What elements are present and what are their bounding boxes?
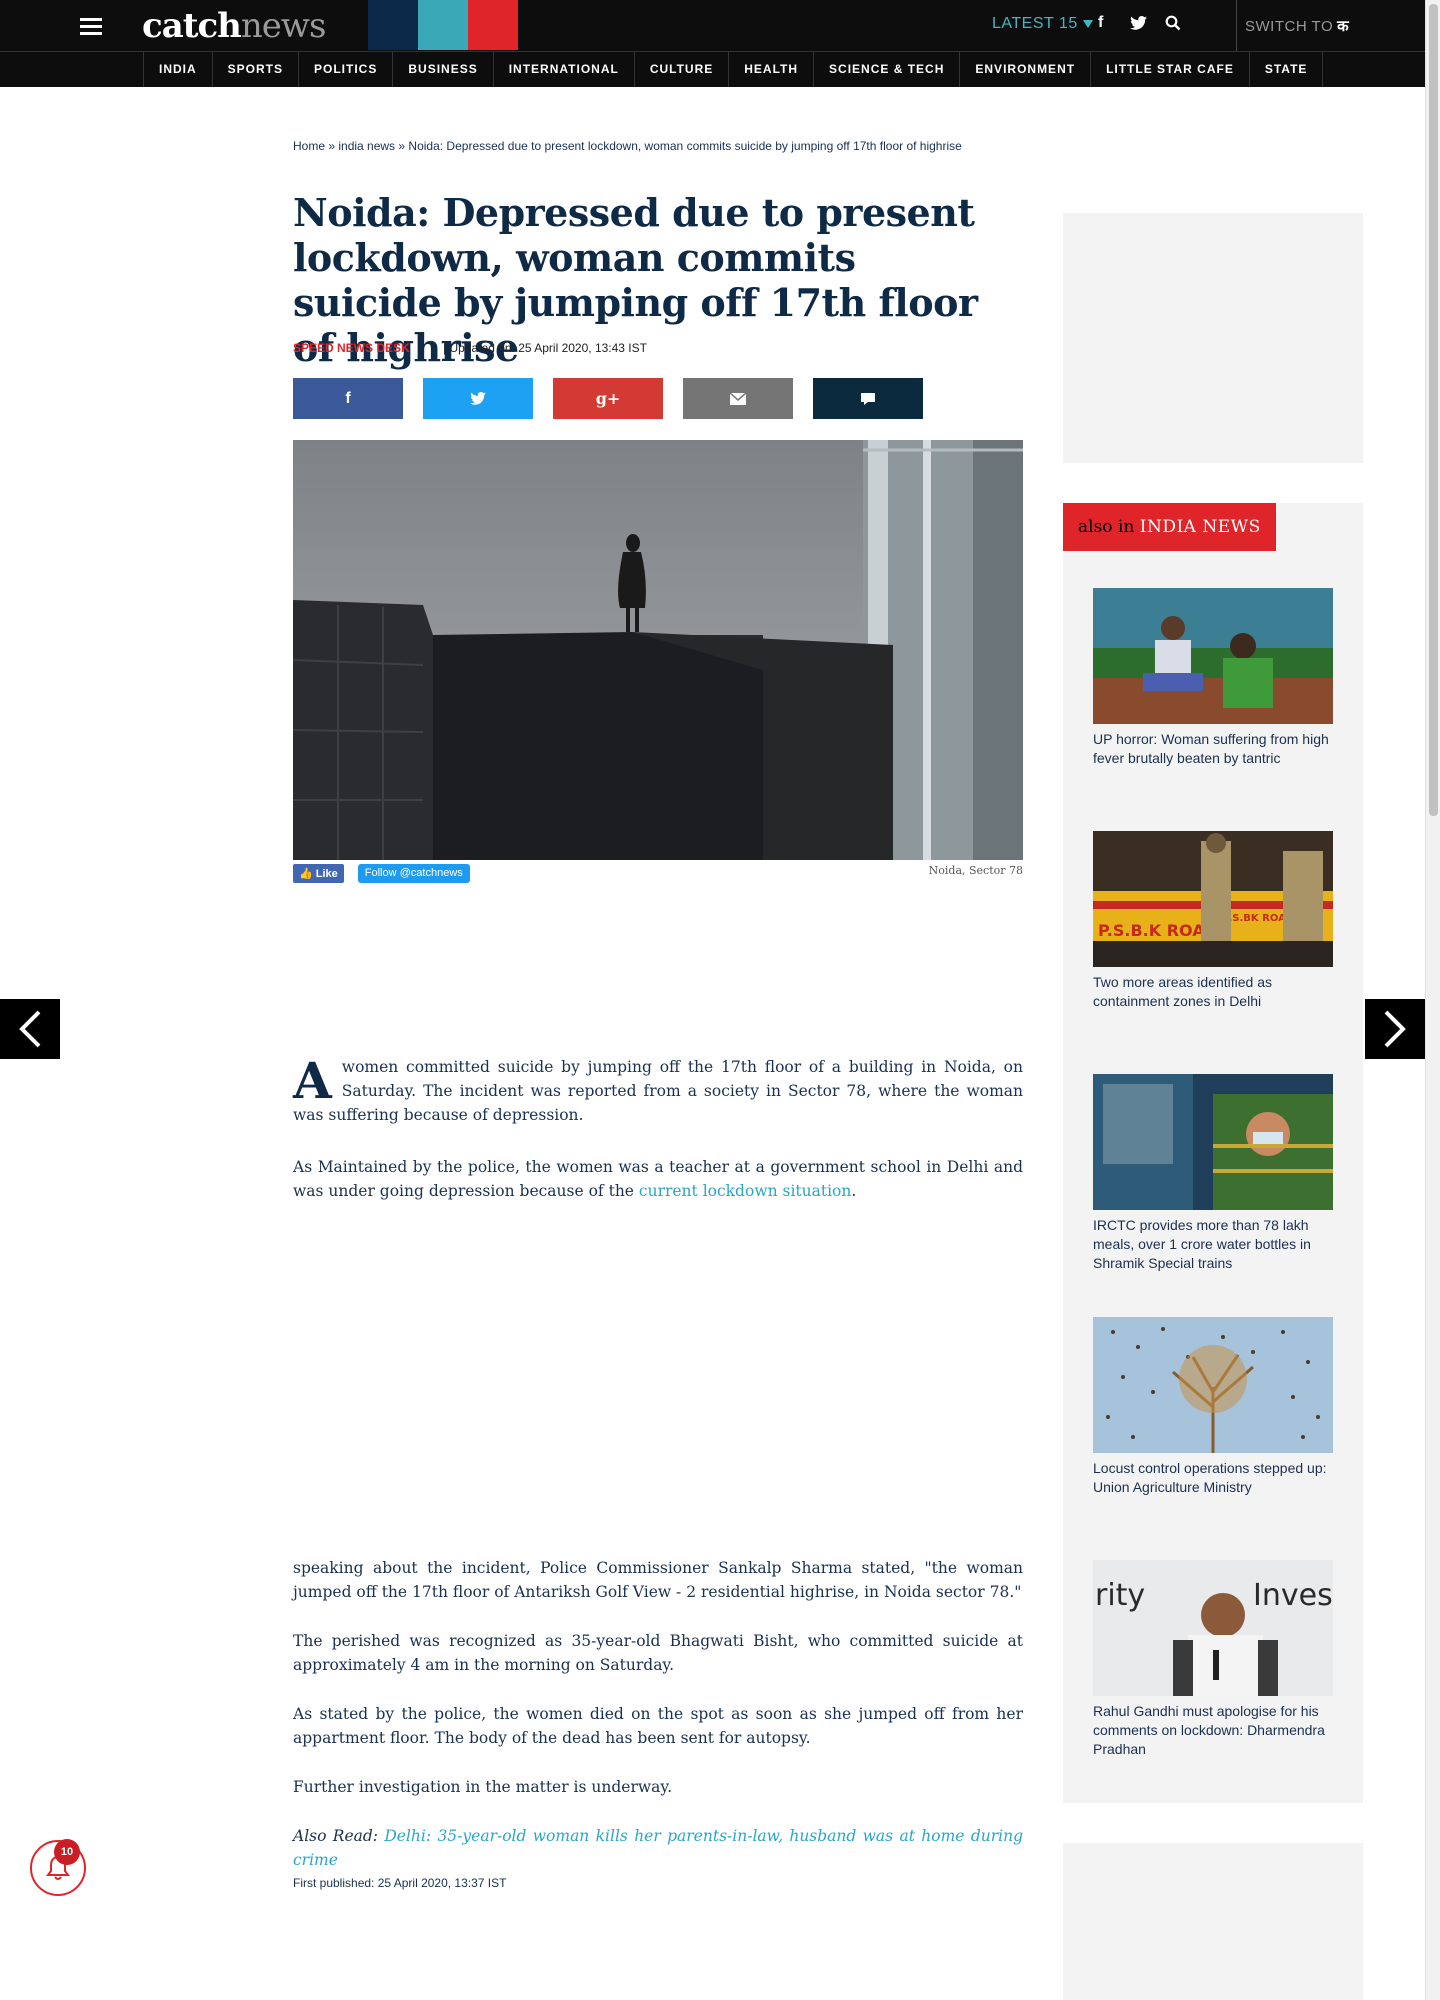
facebook-icon: f [345, 389, 351, 407]
also-read: Also Read: Delhi: 35-year-old woman kill… [293, 1824, 1023, 1872]
brand-color-strip [368, 0, 518, 50]
scrollbar-thumb[interactable] [1429, 4, 1438, 816]
divider [1236, 0, 1237, 51]
google-plus-share-button[interactable]: g+ [553, 378, 663, 419]
nav-item-environment[interactable]: ENVIRONMENT [960, 52, 1092, 87]
breadcrumb-current[interactable]: Noida: Depressed due to present lockdown… [408, 139, 961, 153]
article-paragraph: As Maintained by the police, the women w… [293, 1158, 1023, 1200]
social-widgets: 👍 Like Follow @catchnews [293, 864, 470, 883]
article-paragraph: As stated by the police, the women died … [293, 1705, 1023, 1747]
scrollbar[interactable] [1425, 0, 1440, 2000]
hero-image [293, 440, 1023, 860]
nav-item-india[interactable]: INDIA [144, 52, 213, 87]
article-paragraph: speaking about the incident, Police Comm… [293, 1559, 1023, 1601]
language-switch[interactable]: SWITCH TO क [1245, 16, 1349, 36]
ad-slot [1063, 1843, 1363, 2000]
story-thumbnail[interactable] [1093, 1317, 1333, 1453]
story-caption[interactable]: Two more areas identified as containment… [1093, 973, 1333, 1011]
category-nav: INDIA SPORTS POLITICS BUSINESS INTERNATI… [0, 51, 1425, 87]
menu-icon[interactable] [80, 18, 102, 36]
twitter-icon[interactable] [1130, 16, 1147, 30]
breadcrumb: Home » india news » Noida: Depressed due… [293, 139, 962, 153]
nav-item-science-tech[interactable]: SCIENCE & TECH [814, 52, 961, 87]
svg-text:Invest: Invest [1253, 1578, 1333, 1613]
story-thumbnail[interactable]: P.S.B.K ROAD P.S.BK ROAD [1093, 831, 1333, 967]
story-caption[interactable]: Rahul Gandhi must apologise for his comm… [1093, 1702, 1333, 1759]
story-caption[interactable]: Locust control operations stepped up: Un… [1093, 1459, 1333, 1497]
nav-item-culture[interactable]: CULTURE [635, 52, 730, 87]
comment-icon [861, 392, 875, 405]
first-published: First published: 25 April 2020, 13:37 IS… [293, 1876, 507, 1890]
email-share-button[interactable] [683, 378, 793, 419]
previous-article-button[interactable] [0, 999, 60, 1059]
story-caption[interactable]: IRCTC provides more than 78 lakh meals, … [1093, 1216, 1333, 1273]
breadcrumb-section[interactable]: india news [338, 139, 395, 153]
related-story[interactable]: rity Invest Rahul Gandhi must apologise … [1093, 1560, 1333, 1759]
next-article-button[interactable] [1365, 999, 1425, 1059]
twitter-share-button[interactable] [423, 378, 533, 419]
svg-text:rity: rity [1095, 1578, 1145, 1613]
related-story[interactable]: P.S.B.K ROAD P.S.BK ROAD Two more areas … [1093, 831, 1333, 1011]
article-paragraph: A women committed suicide by jumping off… [293, 1051, 1023, 1125]
site-logo[interactable]: catchnews [142, 6, 326, 46]
image-caption: Noida, Sector 78 [928, 864, 1023, 877]
facebook-icon[interactable]: f [1098, 14, 1103, 32]
dropcap: A [293, 1051, 332, 1110]
related-story[interactable]: IRCTC provides more than 78 lakh meals, … [1093, 1074, 1333, 1273]
chevron-left-icon [19, 1010, 41, 1048]
ad-slot [1063, 213, 1363, 463]
story-caption[interactable]: UP horror: Woman suffering from high fev… [1093, 730, 1333, 768]
also-read-link[interactable]: Delhi: 35-year-old woman kills her paren… [293, 1827, 1023, 1869]
updated-timestamp: | Updated on: 25 April 2020, 13:43 IST [443, 341, 647, 355]
search-icon[interactable] [1165, 15, 1181, 31]
share-buttons: f g+ [293, 378, 923, 419]
author-link[interactable]: SPEED NEWS DESK [293, 341, 410, 355]
latest-dropdown[interactable]: LATEST 15 [992, 15, 1093, 33]
top-bar: catchnews LATEST 15 f SWITCH TO क [0, 0, 1425, 51]
nav-item-politics[interactable]: POLITICS [299, 52, 394, 87]
google-plus-icon: g+ [595, 389, 621, 408]
nav-item-international[interactable]: INTERNATIONAL [494, 52, 635, 87]
chevron-right-icon [1384, 1010, 1406, 1048]
related-story[interactable]: UP horror: Woman suffering from high fev… [1093, 588, 1333, 768]
story-thumbnail[interactable]: rity Invest [1093, 1560, 1333, 1696]
also-in-header[interactable]: also in INDIA NEWS [1063, 503, 1276, 551]
nav-item-state[interactable]: STATE [1250, 52, 1324, 87]
thumbs-up-icon: 👍 [299, 868, 313, 880]
byline: SPEED NEWS DESK | Updated on: 25 April 2… [293, 341, 647, 355]
article-paragraph: Further investigation in the matter is u… [293, 1778, 672, 1796]
comment-button[interactable] [813, 378, 923, 419]
article-paragraph: The perished was recognized as 35-year-o… [293, 1632, 1023, 1674]
breadcrumb-home[interactable]: Home [293, 139, 325, 153]
also-read-label: Also Read: [293, 1827, 379, 1845]
chevron-down-icon [1082, 19, 1093, 28]
nav-item-business[interactable]: BUSINESS [393, 52, 494, 87]
related-story[interactable]: Locust control operations stepped up: Un… [1093, 1317, 1333, 1497]
email-icon [730, 392, 746, 405]
nav-item-sports[interactable]: SPORTS [213, 52, 300, 87]
nav-item-little-star-cafe[interactable]: LITTLE STAR CAFE [1091, 52, 1250, 87]
story-thumbnail[interactable] [1093, 588, 1333, 724]
twitter-icon [470, 392, 486, 405]
story-thumbnail[interactable] [1093, 1074, 1333, 1210]
twitter-follow-button[interactable]: Follow @catchnews [357, 864, 470, 883]
facebook-share-button[interactable]: f [293, 378, 403, 419]
facebook-like-button[interactable]: 👍 Like [293, 864, 344, 883]
nav-item-health[interactable]: HEALTH [729, 52, 815, 87]
svg-text:P.S.B.K ROAD: P.S.B.K ROAD [1098, 921, 1218, 940]
notification-count-badge: 10 [54, 1839, 80, 1865]
lockdown-link[interactable]: current lockdown situation [639, 1182, 851, 1200]
